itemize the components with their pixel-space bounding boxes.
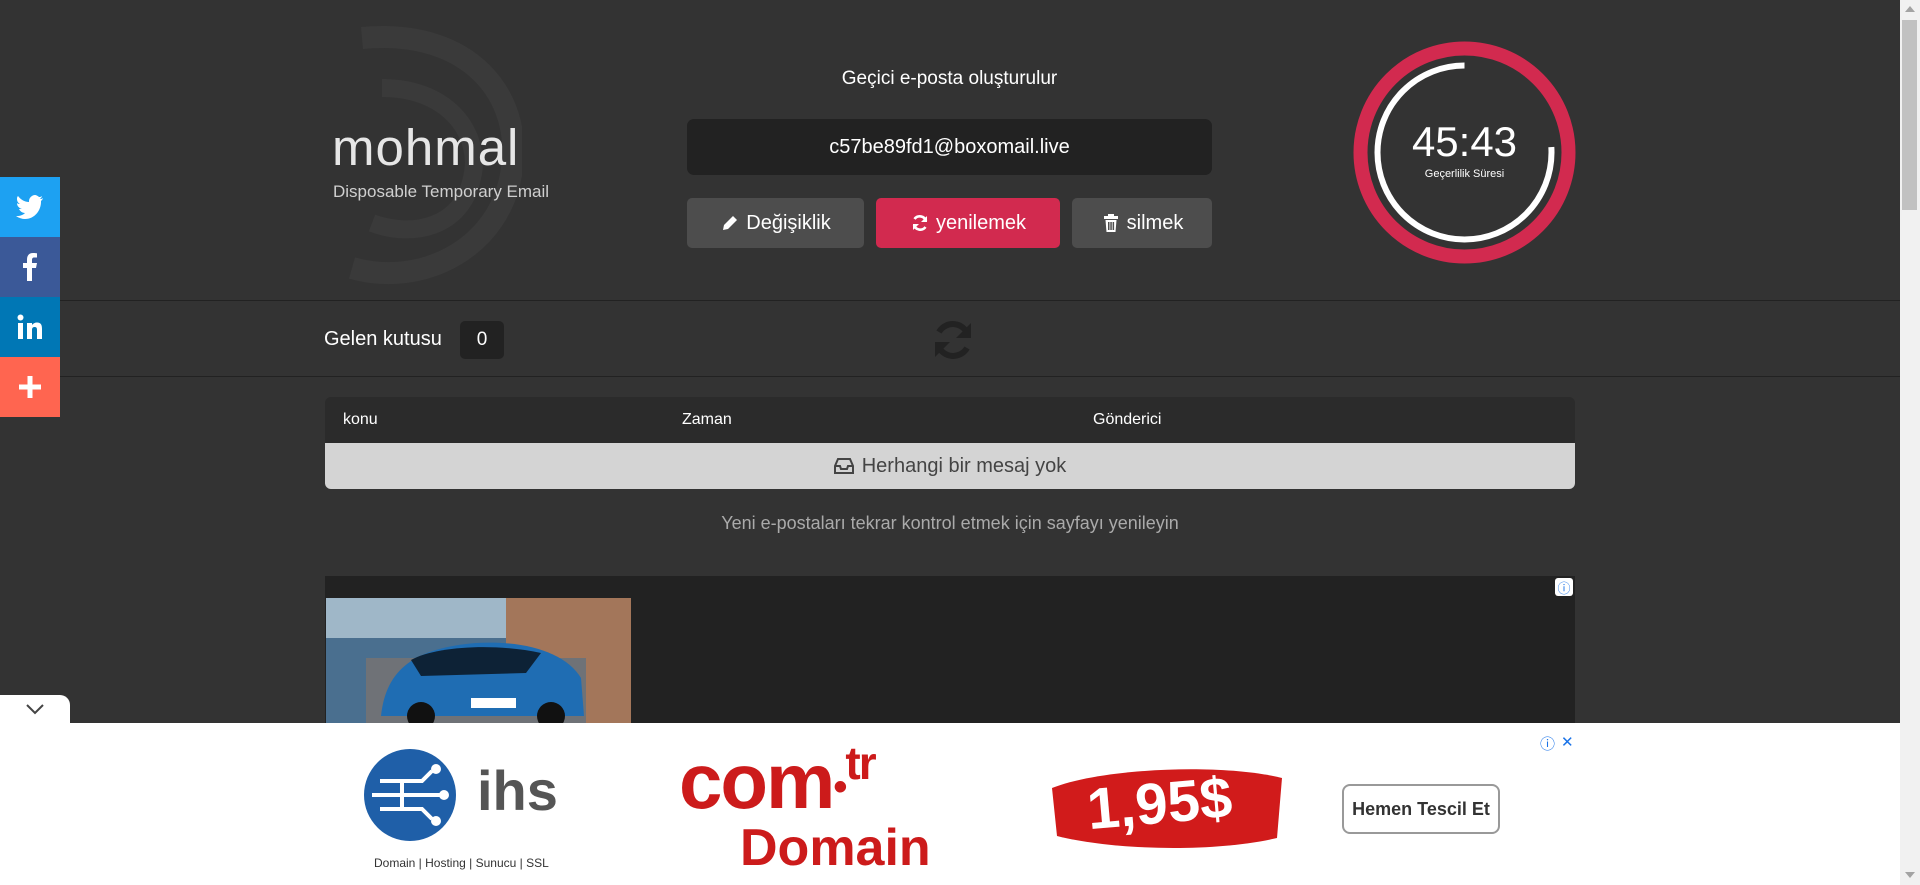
scroll-down-arrow-icon[interactable] — [1905, 872, 1915, 878]
refresh-hint: Yeni e-postaları tekrar kontrol etmek iç… — [721, 513, 1179, 533]
chevron-down-icon — [26, 704, 44, 715]
column-sender[interactable]: Gönderici — [1093, 411, 1161, 429]
delete-button-label: silmek — [1126, 211, 1184, 234]
share-twitter-button[interactable] — [0, 177, 60, 237]
logo[interactable]: mohmal — [332, 118, 519, 177]
banner-ad-controls: ⓘ ✕ — [1540, 733, 1574, 754]
pencil-icon — [723, 216, 738, 230]
share-facebook-button[interactable] — [0, 237, 60, 297]
refresh-icon — [912, 215, 928, 231]
com-label: com•tr — [679, 736, 877, 827]
facebook-icon — [23, 253, 37, 281]
car-ad-image[interactable] — [326, 598, 631, 724]
inbox-bar: Gelen kutusu 0 — [60, 300, 1900, 377]
timer-value: 45:43 — [1411, 118, 1518, 165]
linkedin-icon — [17, 314, 42, 339]
com-text: com — [679, 737, 835, 825]
email-address[interactable]: c57be89fd1@boxomail.live — [829, 136, 1069, 159]
generated-label: Geçici e-posta oluşturulur — [841, 68, 1058, 89]
tr-text: tr — [845, 737, 876, 789]
ihs-brand: ihs — [477, 759, 558, 822]
column-subject[interactable]: konu — [343, 411, 378, 429]
column-time[interactable]: Zaman — [682, 411, 732, 429]
scroll-up-arrow-icon[interactable] — [1905, 6, 1915, 12]
share-linkedin-button[interactable] — [0, 297, 60, 357]
trash-icon — [1103, 214, 1118, 232]
price-text: 1,95$ — [1084, 764, 1235, 843]
logo-subtitle: Disposable Temporary Email — [333, 182, 550, 201]
dot-glyph: • — [833, 764, 847, 809]
register-now-button[interactable]: Hemen Tescil Et — [1342, 784, 1500, 834]
twitter-icon — [16, 195, 43, 219]
empty-inbox-message: Herhangi bir mesaj yok — [861, 454, 1067, 477]
change-button-label: Değişiklik — [746, 211, 831, 234]
ad-info-icon[interactable]: ⓘ — [1555, 578, 1573, 596]
close-icon[interactable]: ✕ — [1561, 733, 1574, 754]
timer-label: Geçerlilik Süresi — [1424, 168, 1505, 180]
empty-inbox-row: Herhangi bir mesaj yok — [325, 443, 1575, 489]
inbox-refresh-icon[interactable] — [930, 317, 976, 363]
email-address-display[interactable]: c57be89fd1@boxomail.live — [687, 119, 1212, 175]
inbox-label: Gelen kutusu — [324, 328, 442, 350]
refresh-button[interactable]: yenilemek — [876, 198, 1060, 248]
collapse-banner-toggle[interactable] — [0, 695, 70, 723]
inbox-count-badge: 0 — [460, 321, 504, 359]
inbox-tray-icon — [833, 458, 854, 474]
scrollbar-thumb[interactable] — [1902, 20, 1917, 210]
ad-info-icon[interactable]: ⓘ — [1540, 733, 1555, 754]
refresh-button-label: yenilemek — [935, 211, 1027, 234]
delete-button[interactable]: silmek — [1072, 198, 1212, 248]
share-more-button[interactable] — [0, 357, 60, 417]
domain-label: Domain — [740, 819, 931, 877]
change-button[interactable]: Değişiklik — [687, 198, 864, 248]
plus-icon — [19, 376, 41, 398]
messages-table-header: konu Zaman Gönderici — [325, 397, 1575, 443]
header: mohmal Disposable Temporary Email Geçici… — [0, 0, 1900, 300]
ihs-tagline: Domain | Hosting | Sunucu | SSL — [374, 856, 549, 870]
domain-ad-banner[interactable]: ihs Domain | Hosting | Sunucu | SSL com•… — [322, 728, 1577, 885]
